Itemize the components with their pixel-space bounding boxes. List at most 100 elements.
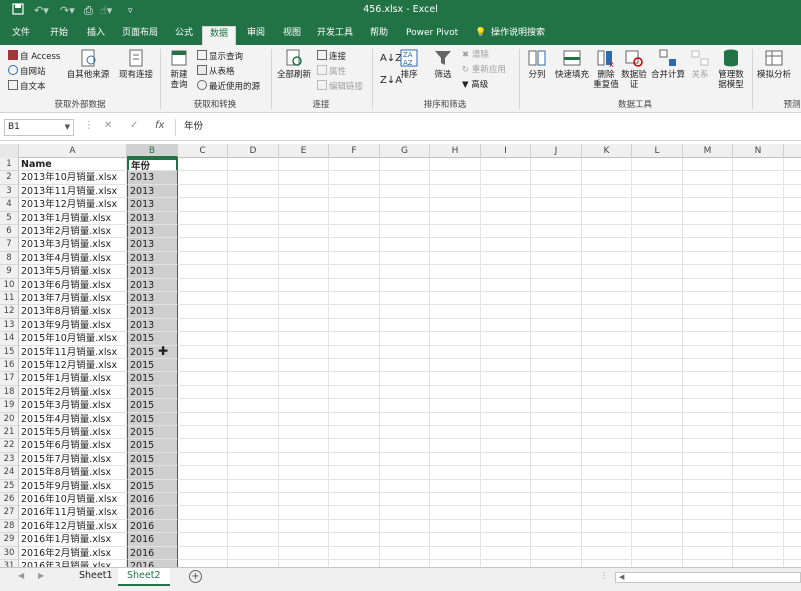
cell-empty[interactable] bbox=[329, 345, 380, 359]
cell-empty[interactable] bbox=[632, 345, 683, 359]
cell-empty[interactable] bbox=[632, 372, 683, 386]
cell-empty[interactable] bbox=[380, 506, 430, 520]
cell-empty[interactable] bbox=[733, 399, 784, 413]
cell-empty[interactable] bbox=[733, 439, 784, 453]
cell-empty[interactable] bbox=[683, 332, 733, 346]
cell-empty[interactable] bbox=[178, 399, 228, 413]
cell-empty[interactable] bbox=[481, 238, 531, 252]
cell-empty[interactable] bbox=[632, 452, 683, 467]
cell-empty[interactable] bbox=[582, 452, 632, 467]
cell-empty[interactable] bbox=[784, 359, 801, 373]
cell-empty[interactable] bbox=[430, 158, 481, 172]
cell-name[interactable]: 2013年4月销量.xlsx bbox=[19, 251, 127, 266]
cell-year[interactable]: 2013 bbox=[127, 292, 178, 306]
cell-empty[interactable] bbox=[683, 426, 733, 440]
cell-empty[interactable] bbox=[430, 533, 481, 547]
cell-empty[interactable] bbox=[582, 519, 632, 534]
cell-empty[interactable] bbox=[481, 519, 531, 534]
cell-empty[interactable] bbox=[784, 332, 801, 346]
cell-empty[interactable] bbox=[380, 372, 430, 386]
cell-empty[interactable] bbox=[380, 171, 430, 185]
cell-empty[interactable] bbox=[531, 225, 582, 239]
cell-name[interactable]: 2013年10月销量.xlsx bbox=[19, 171, 127, 185]
cell-empty[interactable] bbox=[228, 158, 279, 172]
cell-empty[interactable] bbox=[531, 452, 582, 467]
cell-empty[interactable] bbox=[279, 198, 329, 212]
cell-empty[interactable] bbox=[279, 372, 329, 386]
split-handle-icon[interactable]: ⋮ bbox=[600, 571, 608, 580]
cell-empty[interactable] bbox=[784, 158, 801, 172]
cell-name[interactable]: 2013年8月销量.xlsx bbox=[19, 305, 127, 319]
cell-empty[interactable] bbox=[784, 399, 801, 413]
row-header[interactable]: 19 bbox=[0, 399, 19, 413]
other-sources-button[interactable]: 自其他来源 bbox=[64, 48, 112, 80]
cell-empty[interactable] bbox=[481, 278, 531, 292]
cell-empty[interactable] bbox=[430, 292, 481, 306]
cell-empty[interactable] bbox=[481, 158, 531, 172]
cell-empty[interactable] bbox=[481, 332, 531, 346]
cell-empty[interactable] bbox=[430, 211, 481, 225]
cell-empty[interactable] bbox=[784, 520, 801, 534]
cell-empty[interactable] bbox=[228, 332, 279, 346]
cell-year[interactable]: 2013 bbox=[127, 211, 178, 225]
tell-me-search[interactable]: 操作说明搜索 bbox=[484, 26, 552, 45]
cell-empty[interactable] bbox=[380, 345, 430, 359]
row-header[interactable]: 3 bbox=[0, 184, 19, 199]
cell-empty[interactable] bbox=[228, 372, 279, 386]
cell-empty[interactable] bbox=[481, 479, 531, 493]
cell-year[interactable]: 2013 bbox=[127, 184, 178, 199]
cell-empty[interactable] bbox=[430, 359, 481, 373]
cell-empty[interactable] bbox=[683, 251, 733, 266]
column-header[interactable]: I bbox=[481, 144, 531, 158]
cell-empty[interactable] bbox=[228, 519, 279, 534]
cell-empty[interactable] bbox=[733, 560, 784, 567]
cell-empty[interactable] bbox=[380, 452, 430, 467]
cell-empty[interactable] bbox=[178, 506, 228, 520]
cell-empty[interactable] bbox=[279, 385, 329, 400]
column-header[interactable]: M bbox=[683, 144, 733, 158]
tab-page-layout[interactable]: 页面布局 bbox=[115, 26, 165, 45]
cell-empty[interactable] bbox=[329, 372, 380, 386]
cell-year[interactable]: 2015 bbox=[127, 372, 178, 386]
cell-empty[interactable] bbox=[228, 466, 279, 480]
cell-empty[interactable] bbox=[178, 345, 228, 359]
cell-empty[interactable] bbox=[430, 372, 481, 386]
cell-empty[interactable] bbox=[178, 305, 228, 319]
cell-name[interactable]: 2015年10月销量.xlsx bbox=[19, 332, 127, 346]
cell-name[interactable]: 2015年3月销量.xlsx bbox=[19, 399, 127, 413]
cell-empty[interactable] bbox=[279, 211, 329, 225]
cell-empty[interactable] bbox=[178, 519, 228, 534]
cell-empty[interactable] bbox=[632, 251, 683, 266]
cell-empty[interactable] bbox=[430, 452, 481, 467]
cell-empty[interactable] bbox=[733, 184, 784, 199]
cell-empty[interactable] bbox=[784, 480, 801, 493]
cell-empty[interactable] bbox=[683, 171, 733, 185]
cell-empty[interactable] bbox=[733, 385, 784, 400]
row-header[interactable]: 15 bbox=[0, 345, 19, 359]
column-header-partial[interactable] bbox=[784, 144, 801, 158]
cell-empty[interactable] bbox=[481, 466, 531, 480]
cell-empty[interactable] bbox=[279, 426, 329, 440]
formula-input[interactable]: 年份 bbox=[175, 119, 801, 136]
cell-empty[interactable] bbox=[582, 211, 632, 225]
cell-empty[interactable] bbox=[228, 399, 279, 413]
cell-empty[interactable] bbox=[531, 265, 582, 279]
cell-year[interactable]: 2013 bbox=[127, 225, 178, 239]
cell-empty[interactable] bbox=[733, 412, 784, 426]
cell-empty[interactable] bbox=[380, 184, 430, 199]
cell-empty[interactable] bbox=[279, 560, 329, 567]
cell-empty[interactable] bbox=[178, 318, 228, 333]
cell-empty[interactable] bbox=[329, 305, 380, 319]
cell-year[interactable]: 2015 bbox=[127, 412, 178, 426]
cell-empty[interactable] bbox=[279, 184, 329, 199]
cell-empty[interactable] bbox=[329, 184, 380, 199]
cell-empty[interactable] bbox=[784, 466, 801, 480]
cell-empty[interactable] bbox=[329, 439, 380, 453]
cell-empty[interactable] bbox=[582, 466, 632, 480]
cell-name[interactable]: Name bbox=[19, 158, 127, 172]
cell-empty[interactable] bbox=[784, 346, 801, 359]
cell-empty[interactable] bbox=[531, 466, 582, 480]
cell-empty[interactable] bbox=[531, 546, 582, 560]
cell-empty[interactable] bbox=[329, 452, 380, 467]
tab-help[interactable]: 帮助 bbox=[363, 26, 395, 45]
